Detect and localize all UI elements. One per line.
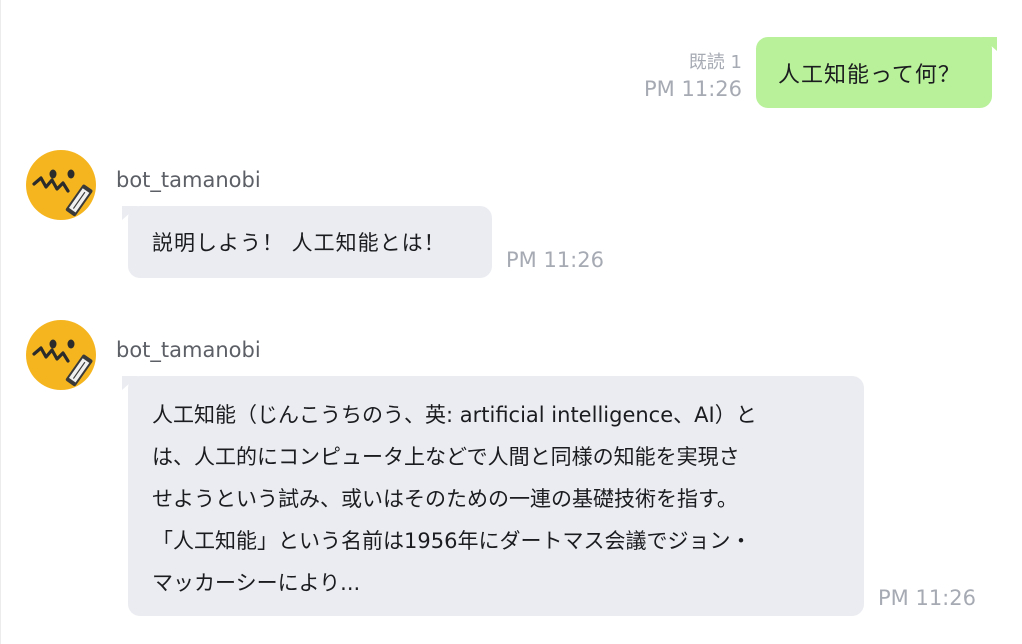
message-text: 人工知能って何？: [778, 62, 961, 88]
message-text-line: マッカーシーにより...: [152, 571, 361, 595]
bot-avatar-icon[interactable]: [26, 320, 96, 390]
outgoing-message-bubble[interactable]: 人工知能って何？: [756, 37, 997, 108]
message-text-line: は、人工的にコンピュータ上などで人間と同様の知能を実現さ: [152, 445, 740, 469]
message-text: 説明しよう！ 人工知能とは！: [152, 231, 446, 255]
sender-name: bot_tamanobi: [116, 338, 261, 362]
pane-divider: [0, 0, 1, 644]
read-receipt: 既読 1: [688, 52, 742, 73]
message-text-line: 人工知能（じんこうちのう、英: artificial intelligence、…: [152, 403, 757, 427]
incoming-message-bubble[interactable]: 人工知能（じんこうちのう、英: artificial intelligence、…: [122, 376, 864, 616]
incoming-message-bubble[interactable]: 説明しよう！ 人工知能とは！: [122, 206, 492, 278]
sender-name: bot_tamanobi: [116, 168, 261, 192]
message-timestamp: PM 11:26: [506, 248, 604, 272]
outgoing-message-meta: 既読 1 PM 11:26: [644, 50, 742, 102]
bot-avatar-icon[interactable]: [26, 150, 96, 220]
message-timestamp: PM 11:26: [644, 77, 742, 101]
message-text-line: せようという試み、或いはそのための一連の基礎技術を指す。: [152, 487, 738, 511]
message-timestamp: PM 11:26: [878, 586, 976, 610]
chat-window: 既読 1 PM 11:26 人工知能って何？ bot_tamanobi 説明しよ…: [0, 0, 1022, 644]
message-text-line: 「人工知能」という名前は1956年にダートマス会議でジョン・: [152, 529, 752, 553]
